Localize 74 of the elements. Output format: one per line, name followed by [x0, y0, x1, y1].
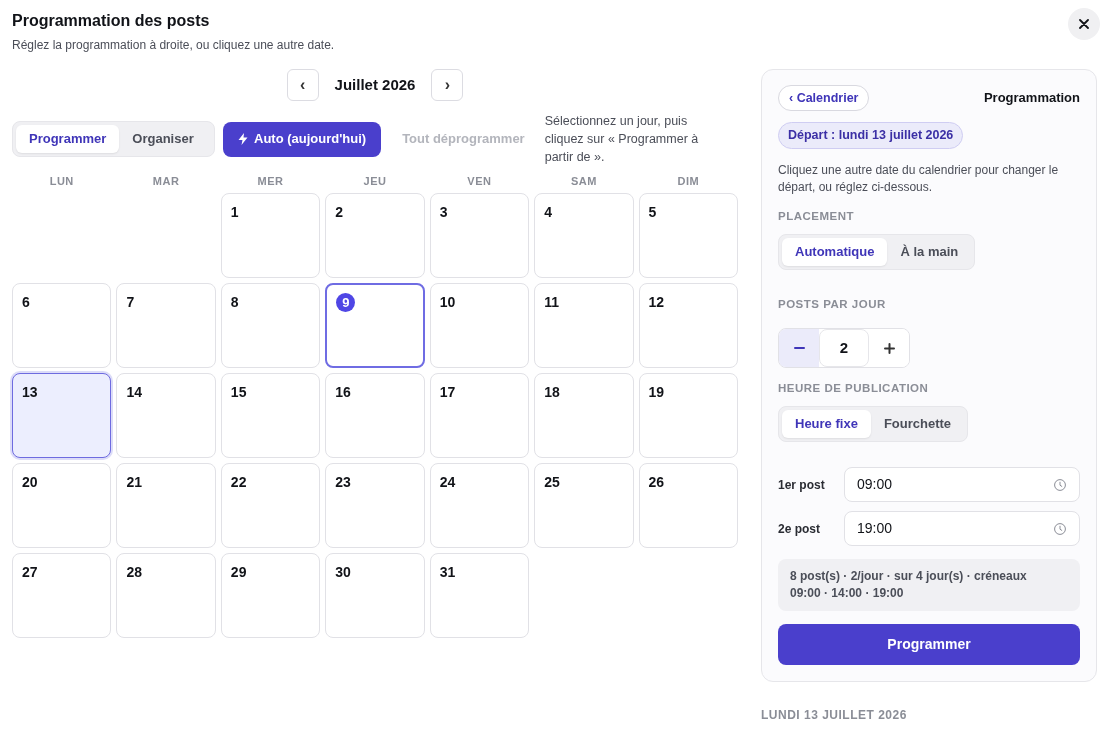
calendar-day[interactable]: 8 [220, 283, 321, 368]
weekday-label: DIM [676, 174, 701, 188]
calendar-day[interactable]: 19 [638, 373, 738, 458]
mode-tab[interactable]: Programmer [16, 125, 120, 153]
calendar-day[interactable]: 24 [429, 463, 530, 548]
calendar-day[interactable]: 18 [534, 373, 634, 458]
calendar-day[interactable]: 29 [220, 553, 321, 638]
weekday-label: MER [256, 174, 285, 188]
slot-label: 2e post [778, 521, 821, 538]
day-heading: LUNDI 13 JUILLET 2026 [761, 707, 908, 724]
time-mode-option[interactable]: Heure fixe [782, 410, 871, 438]
posts-count-field[interactable]: 2 [819, 329, 869, 367]
calendar-day[interactable]: 30 [325, 553, 425, 638]
calendar-day[interactable]: 7 [116, 283, 216, 368]
placement-option[interactable]: Automatique [782, 238, 888, 266]
hint-text: Sélectionnez un jour, puis cliquez sur « Programmer à partir de ». [544, 113, 700, 166]
calendar-day[interactable]: 1 [220, 193, 321, 278]
calendar-day[interactable]: 9 [325, 283, 425, 368]
calendar-day[interactable]: 16 [325, 373, 425, 458]
start-date-badge: Départ : lundi 13 juillet 2026 [778, 122, 964, 149]
clock-icon [1054, 522, 1066, 535]
publish-time-label: HEURE DE PUBLICATION [778, 381, 930, 395]
schedule-button[interactable]: Programmer [778, 624, 1080, 665]
dialog-subtitle: Réglez la programmation à droite, ou cliquez une autre date. [12, 38, 335, 52]
calendar-day[interactable]: 10 [429, 283, 530, 368]
calendar-day[interactable]: 27 [12, 553, 112, 638]
minus-icon [793, 347, 805, 349]
back-to-calendar-button[interactable]: ‹ Calendrier [778, 85, 870, 111]
today-number-badge: 9 [336, 293, 356, 312]
calendar-day[interactable]: 4 [534, 193, 634, 278]
calendar-day[interactable]: 2 [325, 193, 425, 278]
weekday-label: SAM [569, 174, 598, 188]
calendar-day[interactable]: 6 [12, 283, 112, 368]
time-mode-option[interactable]: Fourchette [870, 410, 965, 438]
placement-option[interactable]: À la main [887, 238, 972, 266]
schedule-summary: 8 post(s) · 2/jour · sur 4 jour(s) · créneaux 09:00 · 14:00 · 19:00 [778, 559, 1080, 611]
calendar-day[interactable]: 31 [429, 553, 530, 638]
auto-button[interactable]: Auto (aujourd'hui) [223, 121, 382, 157]
time-field[interactable]: 19:00 [844, 511, 1080, 546]
clock-icon [1054, 478, 1066, 491]
panel-description: Cliquez une autre date du calendrier pour changer le départ, ou réglez ci-dessous. [778, 162, 1060, 196]
calendar-day[interactable]: 3 [429, 193, 530, 278]
posts-per-day-label: POSTS PAR JOUR [778, 297, 887, 311]
panel-title: Programmation [983, 89, 1080, 108]
close-button[interactable] [1068, 8, 1100, 40]
mode-tab[interactable]: Organiser [119, 125, 207, 153]
calendar-day[interactable]: 26 [638, 463, 738, 548]
weekday-label: VEN [466, 174, 493, 188]
dialog-title: Programmation des posts [12, 12, 211, 30]
calendar-day[interactable]: 5 [638, 193, 738, 278]
weekday-label: LUN [48, 174, 75, 188]
calendar-day[interactable]: 28 [116, 553, 216, 638]
plus-icon [883, 342, 895, 354]
close-icon [1079, 19, 1089, 29]
lightning-icon [238, 133, 248, 145]
calendar-day[interactable]: 21 [116, 463, 216, 548]
calendar-day[interactable]: 23 [325, 463, 425, 548]
slot-label: 1er post [778, 477, 826, 494]
calendar-day[interactable]: 22 [220, 463, 321, 548]
calendar-day[interactable]: 14 [116, 373, 216, 458]
placement-label: PLACEMENT [778, 209, 856, 223]
calendar-day[interactable]: 17 [429, 373, 530, 458]
calendar-day[interactable]: 20 [12, 463, 112, 548]
calendar-day[interactable]: 13 [12, 373, 112, 458]
calendar-day[interactable]: 12 [638, 283, 738, 368]
weekday-label: MAR [151, 174, 181, 188]
previous-month-button[interactable]: ‹ [286, 69, 319, 101]
calendar-day[interactable]: 15 [220, 373, 321, 458]
calendar-day[interactable]: 11 [534, 283, 634, 368]
weekday-label: JEU [362, 174, 388, 188]
time-field[interactable]: 09:00 [844, 467, 1080, 502]
calendar-day[interactable]: 25 [534, 463, 634, 548]
month-title: Juillet 2026 [334, 74, 416, 95]
next-month-button[interactable]: › [431, 69, 464, 101]
